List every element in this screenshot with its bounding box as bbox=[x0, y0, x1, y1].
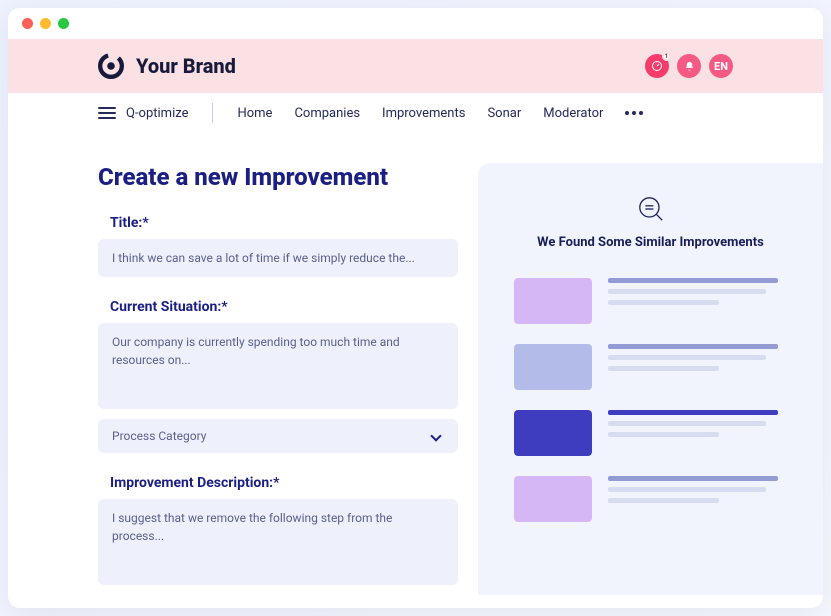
result-thumbnail bbox=[514, 410, 592, 456]
brand-name: Your Brand bbox=[136, 54, 236, 78]
nav-link-improvements[interactable]: Improvements bbox=[382, 106, 465, 121]
app-name-label: Q-optimize bbox=[126, 106, 188, 121]
language-button[interactable]: EN bbox=[709, 54, 733, 78]
category-select[interactable]: Process Category bbox=[98, 419, 458, 453]
notifications-button[interactable] bbox=[677, 54, 701, 78]
gauge-icon bbox=[651, 60, 663, 72]
page-title: Create a new Improvement bbox=[98, 163, 458, 191]
brand-left: Your Brand bbox=[98, 53, 236, 79]
aside-header: We Found Some Similar Improvements bbox=[514, 193, 787, 250]
similar-improvements-panel: We Found Some Similar Improvements bbox=[478, 163, 823, 595]
main-content: Create a new Improvement Title:* I think… bbox=[8, 133, 823, 595]
locale-label: EN bbox=[714, 60, 728, 73]
maximize-window-dot[interactable] bbox=[58, 18, 69, 29]
result-text-placeholder bbox=[608, 344, 787, 371]
main-nav: Q-optimize Home Companies Improvements S… bbox=[8, 93, 823, 133]
nav-links: Home Companies Improvements Sonar Modera… bbox=[237, 106, 603, 121]
close-window-dot[interactable] bbox=[22, 18, 33, 29]
brand-logo-icon bbox=[98, 53, 124, 79]
improvement-form: Create a new Improvement Title:* I think… bbox=[98, 163, 458, 595]
title-label: Title:* bbox=[110, 215, 458, 231]
result-list bbox=[514, 278, 787, 522]
result-thumbnail bbox=[514, 344, 592, 390]
search-result-icon bbox=[635, 193, 667, 225]
nav-divider bbox=[212, 103, 213, 123]
nav-link-companies[interactable]: Companies bbox=[294, 106, 360, 121]
hamburger-icon bbox=[98, 107, 116, 119]
app-window: Your Brand 1 EN Q-optimize Home Companie… bbox=[8, 8, 823, 608]
help-button[interactable]: 1 bbox=[645, 54, 669, 78]
bell-icon bbox=[684, 61, 695, 72]
result-item[interactable] bbox=[514, 476, 787, 522]
nav-link-sonar[interactable]: Sonar bbox=[487, 106, 521, 121]
chevron-down-icon bbox=[430, 430, 441, 441]
aside-title: We Found Some Similar Improvements bbox=[537, 235, 764, 250]
situation-input[interactable]: Our company is currently spending too mu… bbox=[98, 323, 458, 409]
window-titlebar bbox=[8, 8, 823, 39]
notif-badge: 1 bbox=[662, 52, 671, 61]
description-label: Improvement Description:* bbox=[110, 475, 458, 491]
brand-right: 1 EN bbox=[645, 54, 733, 78]
result-item[interactable] bbox=[514, 344, 787, 390]
nav-link-moderator[interactable]: Moderator bbox=[543, 106, 603, 121]
description-input[interactable]: I suggest that we remove the following s… bbox=[98, 499, 458, 585]
result-thumbnail bbox=[514, 476, 592, 522]
minimize-window-dot[interactable] bbox=[40, 18, 51, 29]
brand-bar: Your Brand 1 EN bbox=[8, 39, 823, 93]
result-item[interactable] bbox=[514, 278, 787, 324]
nav-more-button[interactable] bbox=[621, 107, 647, 119]
result-text-placeholder bbox=[608, 476, 787, 503]
situation-label: Current Situation:* bbox=[110, 299, 458, 315]
app-menu-toggle[interactable]: Q-optimize bbox=[98, 106, 188, 121]
result-text-placeholder bbox=[608, 410, 787, 437]
nav-link-home[interactable]: Home bbox=[237, 106, 272, 121]
title-input[interactable]: I think we can save a lot of time if we … bbox=[98, 239, 458, 277]
result-text-placeholder bbox=[608, 278, 787, 305]
result-thumbnail bbox=[514, 278, 592, 324]
category-placeholder: Process Category bbox=[112, 429, 206, 443]
result-item[interactable] bbox=[514, 410, 787, 456]
